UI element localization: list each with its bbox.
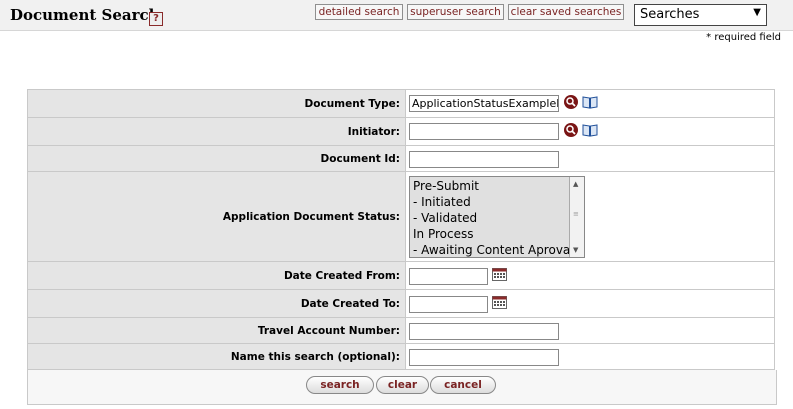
form-row: Initiator:: [27, 117, 775, 146]
app-doc-status-cell: Pre-Submit - Initiated - Validated In Pr…: [405, 171, 775, 262]
travel-account-number-label: Travel Account Number:: [27, 317, 406, 344]
initiator-input[interactable]: [409, 123, 559, 141]
scroll-down-icon[interactable]: ▼: [573, 246, 578, 254]
calendar-icon[interactable]: [492, 294, 507, 313]
search-form: Document Type: ApplicationStatusExampleD…: [27, 89, 775, 370]
help-icon[interactable]: ?: [149, 12, 163, 26]
date-created-from-label: Date Created From:: [27, 261, 406, 290]
document-type-label: Document Type:: [27, 89, 406, 118]
saved-searches-select[interactable]: Searches ▼: [634, 4, 767, 26]
superuser-search-button[interactable]: superuser search: [407, 4, 504, 20]
detailed-search-button[interactable]: detailed search: [315, 4, 403, 20]
date-created-to-label: Date Created To:: [27, 289, 406, 318]
magnifier-lookup-icon[interactable]: [563, 94, 579, 114]
document-id-cell: [405, 145, 775, 172]
clear-saved-searches-button[interactable]: clear saved searches: [508, 4, 624, 20]
form-row: Date Created To:: [27, 289, 775, 318]
search-button[interactable]: search: [306, 376, 374, 394]
required-field-note: * required field: [706, 32, 781, 43]
initiator-cell: [405, 117, 775, 146]
date-created-to-cell: [405, 289, 775, 318]
list-item[interactable]: Pre-Submit: [413, 178, 574, 194]
clear-button[interactable]: clear: [376, 376, 429, 394]
list-item[interactable]: In Process: [413, 226, 574, 242]
search-name-input[interactable]: [409, 349, 559, 366]
document-id-label: Document Id:: [27, 145, 406, 172]
travel-account-number-cell: [405, 317, 775, 344]
app-doc-status-label: Application Document Status:: [27, 171, 406, 262]
book-inquiry-icon[interactable]: [582, 122, 598, 141]
document-id-input[interactable]: [409, 151, 559, 168]
page-title: Document Search: [10, 6, 160, 24]
list-item[interactable]: - Validated: [413, 210, 574, 226]
document-type-cell: ApplicationStatusExampleDocument: [405, 89, 775, 118]
magnifier-lookup-icon[interactable]: [563, 122, 579, 142]
scroll-up-icon[interactable]: ▲: [573, 180, 578, 188]
button-row: search clear cancel: [27, 370, 777, 405]
form-row: Document Type: ApplicationStatusExampleD…: [27, 89, 775, 118]
form-row: Application Document Status: Pre-Submit …: [27, 171, 775, 262]
page-header: Document Search ? detailed search superu…: [0, 0, 793, 31]
document-type-input[interactable]: ApplicationStatusExampleDocument: [409, 95, 559, 113]
form-row: Document Id:: [27, 145, 775, 172]
date-created-from-cell: [405, 261, 775, 290]
book-inquiry-icon[interactable]: [582, 94, 598, 113]
saved-searches-label: Searches: [640, 7, 700, 22]
list-item[interactable]: - Initiated: [413, 194, 574, 210]
travel-account-number-input[interactable]: [409, 323, 559, 340]
app-doc-status-listbox[interactable]: Pre-Submit - Initiated - Validated In Pr…: [409, 175, 585, 258]
form-row: Date Created From:: [27, 261, 775, 290]
list-item[interactable]: - Awaiting Content Aproval: [413, 242, 574, 257]
initiator-label: Initiator:: [27, 117, 406, 146]
search-name-cell: [405, 343, 775, 370]
calendar-icon[interactable]: [492, 266, 507, 285]
date-created-to-input[interactable]: [409, 296, 488, 313]
form-row: Name this search (optional):: [27, 343, 775, 370]
form-row: Travel Account Number:: [27, 317, 775, 344]
listbox-scrollbar[interactable]: ▲ ≡ ▼: [569, 176, 584, 257]
scroll-thumb-icon[interactable]: ≡: [573, 210, 579, 218]
date-created-from-input[interactable]: [409, 268, 488, 285]
chevron-down-icon: ▼: [753, 7, 761, 18]
search-name-label: Name this search (optional):: [27, 343, 406, 370]
cancel-button[interactable]: cancel: [430, 376, 496, 394]
